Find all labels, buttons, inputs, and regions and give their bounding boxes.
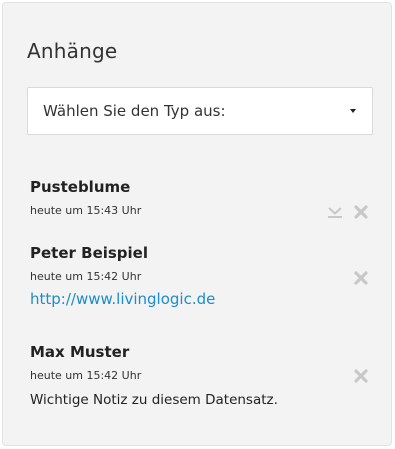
attachment-name: Peter Beispiel (30, 244, 149, 262)
attachments-panel: Anhänge Wählen Sie den Typ aus: Pusteblu… (2, 2, 392, 446)
attachment-time: heute um 15:42 Uhr (30, 369, 142, 382)
attachment-type-select[interactable]: Wählen Sie den Typ aus: (27, 87, 373, 135)
attachment-name: Max Muster (30, 343, 130, 361)
attachment-item: Pusteblume heute um 15:43 Uhr (30, 177, 375, 219)
attachment-item: Peter Beispiel heute um 15:42 Uhr http:/… (30, 243, 375, 309)
caret-down-icon (350, 109, 356, 113)
attachment-name: Pusteblume (30, 178, 131, 196)
download-icon[interactable] (327, 205, 342, 219)
attachment-time: heute um 15:42 Uhr (30, 270, 142, 283)
attachment-note: Wichtige Notiz zu diesem Datensatz. (30, 392, 278, 408)
delete-icon[interactable] (354, 205, 368, 219)
panel-title: Anhänge (27, 39, 118, 63)
attachment-time: heute um 15:43 Uhr (30, 204, 142, 217)
attachment-item: Max Muster heute um 15:42 Uhr Wichtige N… (30, 342, 375, 410)
attachment-link[interactable]: http://www.livinglogic.de (30, 289, 215, 309)
type-select-value: Wählen Sie den Typ aus: (43, 102, 226, 120)
delete-icon[interactable] (354, 271, 368, 285)
delete-icon[interactable] (354, 369, 368, 383)
